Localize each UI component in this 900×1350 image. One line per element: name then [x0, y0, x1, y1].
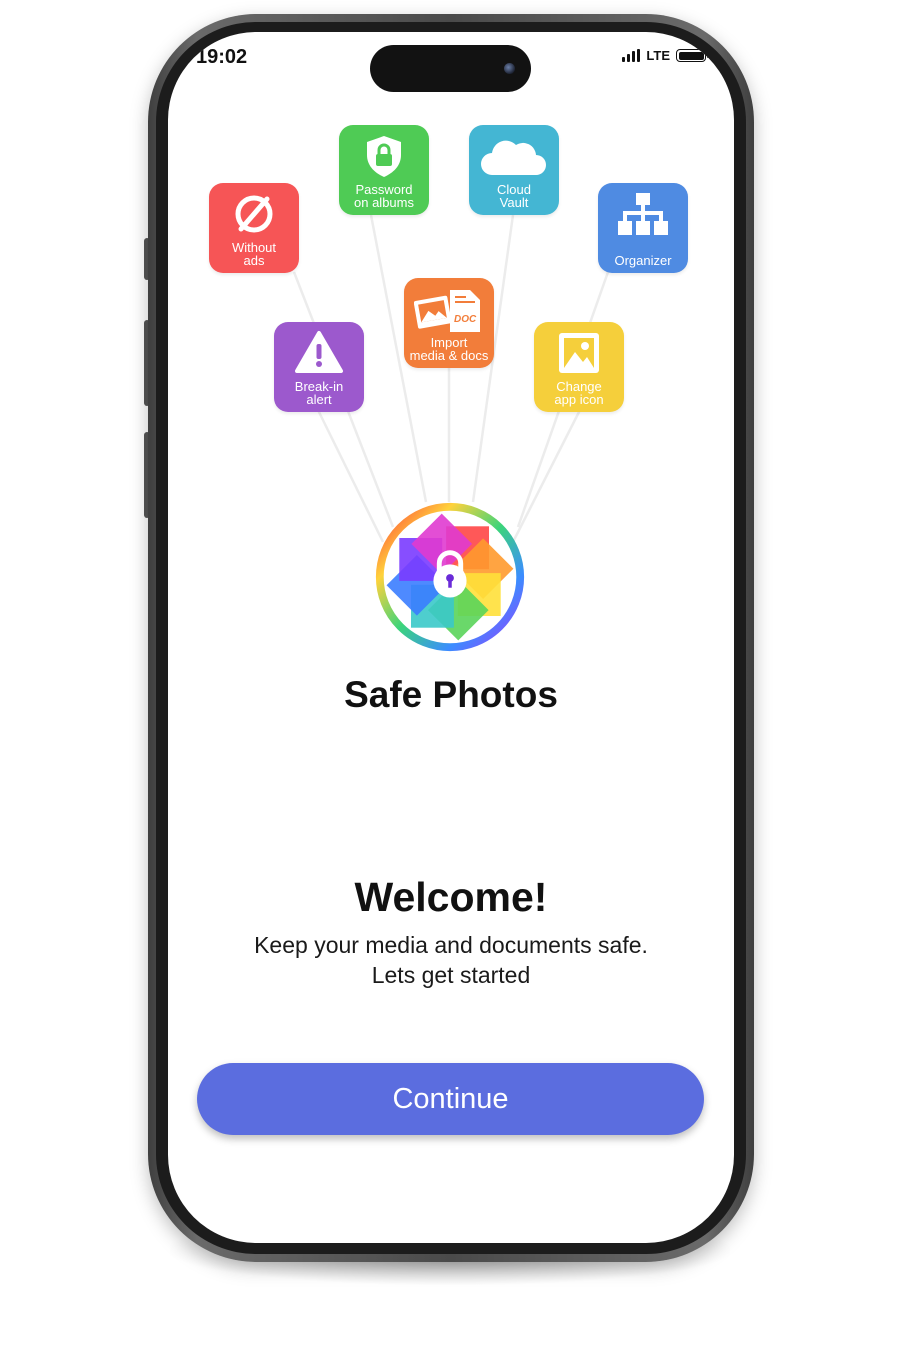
image-icon	[559, 333, 599, 373]
feature-without-ads: Without ads	[209, 183, 299, 273]
phone-screen: 19:02 LTE Without ads Password on albums…	[168, 32, 734, 1243]
feature-label: Password on albums	[354, 182, 414, 210]
feature-cloud-vault: Cloud Vault	[469, 125, 559, 215]
lock-shield-icon	[367, 136, 401, 177]
feature-label: Break-in alert	[294, 379, 344, 407]
feature-label: Change app icon	[554, 379, 604, 407]
feature-label: Without ads	[231, 240, 277, 268]
welcome-subtitle-line1: Keep your media and documents safe.	[254, 932, 648, 958]
hierarchy-icon	[618, 193, 668, 235]
welcome-title: Welcome!	[354, 874, 548, 920]
feature-break-in-alert: Break-in alert	[274, 322, 364, 412]
feature-label: Cloud Vault	[497, 182, 531, 210]
warning-icon	[295, 331, 343, 373]
feature-label: Organizer	[614, 253, 672, 268]
app-logo	[375, 502, 525, 652]
feature-label: Import media & docs	[409, 335, 489, 363]
continue-button[interactable]: Continue	[197, 1063, 704, 1135]
welcome-subtitle-line2: Lets get started	[371, 962, 531, 988]
feature-password-albums: Password on albums	[339, 125, 429, 215]
feature-import-media: DOC Import media & docs	[404, 278, 494, 368]
feature-organizer: Organizer	[598, 183, 688, 273]
feature-change-app-icon: Change app icon	[534, 322, 624, 412]
no-ads-icon	[235, 195, 273, 233]
import-docs-icon	[414, 290, 480, 332]
app-name: Safe Photos	[344, 674, 558, 715]
doc-tag: DOC	[454, 314, 477, 325]
cloud-icon	[481, 140, 546, 175]
